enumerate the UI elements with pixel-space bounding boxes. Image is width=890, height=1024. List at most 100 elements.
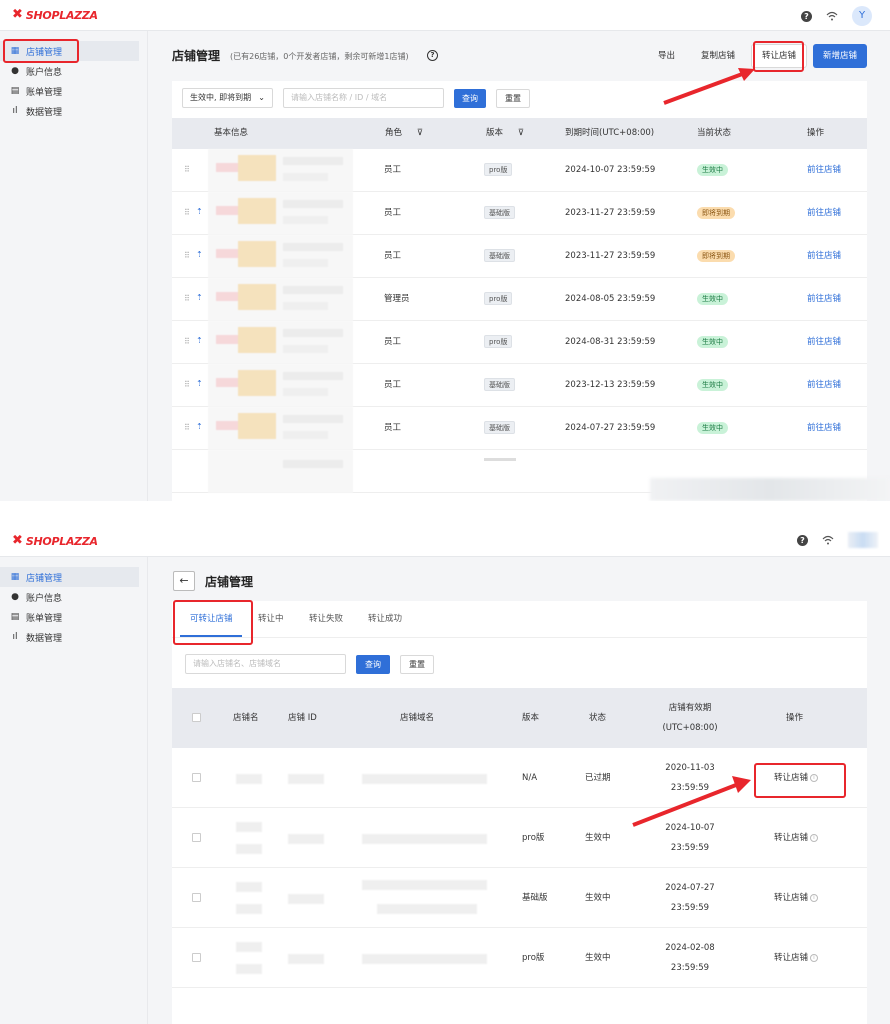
status-cell: 已过期	[585, 773, 611, 783]
table-row[interactable]: ⠿ ⇡ 员工 基础版 2024-07-27 23:59:59 生效中 前往店铺	[172, 407, 867, 450]
status-cell: 生效中	[585, 953, 611, 963]
search-button[interactable]: 查询	[356, 654, 390, 674]
status-badge: 生效中	[697, 379, 728, 391]
table-row[interactable]: ⠿ ⇡ 管理员 pro版 2024-08-05 23:59:59 生效中 前往店铺	[172, 278, 867, 321]
new-store-button[interactable]: 新增店铺	[812, 44, 867, 68]
go-to-store-link[interactable]: 前往店铺	[807, 149, 841, 192]
drag-handle-icon[interactable]: ⠿	[184, 381, 190, 389]
drag-handle-icon[interactable]: ⠿	[184, 252, 190, 260]
search-button[interactable]: 查询	[454, 88, 486, 108]
top-bar: ✖ SHOPLAZZA ?	[0, 526, 890, 557]
blurred-store-info	[208, 407, 353, 450]
info-icon[interactable]: i	[810, 893, 819, 902]
status-select[interactable]: 生效中, 即将到期 ⌄	[182, 88, 273, 108]
sidebar-item-bills[interactable]: ▤ 账单管理	[0, 607, 139, 627]
pin-top-icon[interactable]: ⇡	[196, 250, 203, 259]
wifi-icon[interactable]	[826, 11, 838, 21]
sidebar-item-bills[interactable]: ▤ 账单管理	[0, 81, 139, 101]
blurred-store-name	[236, 774, 262, 784]
blurred-store-info	[208, 192, 353, 235]
pin-top-icon[interactable]: ⇡	[196, 207, 203, 216]
validity-cell: 2024-07-27 23:59:59	[665, 883, 715, 913]
row-checkbox[interactable]	[192, 893, 201, 902]
role-cell: 员工	[384, 423, 402, 433]
version-cell: 基础版	[522, 893, 548, 903]
shoplazza-logo[interactable]: ✖ SHOPLAZZA	[12, 534, 98, 548]
store-table-card: 生效中, 即将到期 ⌄ 请输入店铺名称 / ID / 域名 查询 重置 基本信息…	[172, 81, 867, 501]
search-input[interactable]: 请输入店铺名称 / ID / 域名	[283, 88, 444, 108]
drag-handle-icon[interactable]: ⠿	[184, 338, 190, 346]
go-to-store-link[interactable]: 前往店铺	[807, 364, 841, 407]
go-to-store-link[interactable]: 前往店铺	[807, 192, 841, 235]
table-row[interactable]: ⠿ ⇡ 员工 pro版 2024-08-31 23:59:59 生效中 前往店铺	[172, 321, 867, 364]
expire-cell: 2024-08-31 23:59:59	[565, 337, 656, 347]
pin-top-icon[interactable]: ⇡	[196, 293, 203, 302]
tab-transferring[interactable]: 转让中	[258, 601, 284, 638]
expire-cell: 2024-10-07 23:59:59	[565, 165, 656, 175]
blurred-store-info	[208, 321, 353, 364]
drag-handle-icon[interactable]: ⠿	[184, 209, 190, 217]
filter-icon: ⊽	[416, 128, 423, 138]
back-arrow-icon[interactable]: ←	[173, 571, 195, 591]
sidebar-item-account[interactable]: ● 账户信息	[0, 61, 139, 81]
pin-top-icon[interactable]: ⇡	[196, 422, 203, 431]
role-cell: 员工	[384, 251, 402, 261]
col-action: 操作	[786, 713, 804, 723]
blurred-store-domain	[362, 834, 487, 844]
sidebar-item-data[interactable]: ıl 数据管理	[0, 101, 139, 121]
reset-button[interactable]: 重置	[400, 654, 434, 674]
search-input[interactable]: 请输入店铺名、店铺域名	[185, 654, 346, 674]
info-icon[interactable]: i	[810, 953, 819, 962]
blurred-store-id	[288, 774, 324, 784]
go-to-store-link[interactable]: 前往店铺	[807, 321, 841, 364]
help-icon[interactable]: ?	[797, 534, 808, 546]
transfer-store-link[interactable]: 转让店铺 i	[774, 808, 819, 868]
sidebar-item-data[interactable]: ıl 数据管理	[0, 627, 139, 647]
status-cell: 生效中	[585, 893, 611, 903]
avatar[interactable]: Y	[852, 6, 872, 26]
select-all-checkbox[interactable]	[192, 713, 201, 722]
col-role[interactable]: 角色 ⊽	[385, 118, 423, 149]
transfer-store-link[interactable]: 转让店铺 i	[774, 868, 819, 928]
avatar[interactable]	[848, 532, 878, 548]
go-to-store-link[interactable]: 前往店铺	[807, 235, 841, 278]
red-arrow-icon	[663, 68, 755, 105]
tab-transfer-success[interactable]: 转让成功	[368, 601, 402, 638]
question-icon[interactable]: ?	[427, 50, 438, 61]
page-title: 店铺管理	[205, 575, 254, 589]
pin-top-icon[interactable]: ⇡	[196, 379, 203, 388]
table-row[interactable]: ⠿ 员工 pro版 2024-10-07 23:59:59 生效中 前往店铺	[172, 149, 867, 192]
reset-button[interactable]: 重置	[496, 88, 530, 108]
table-row[interactable]: ⠿ ⇡ 员工 基础版 2023-11-27 23:59:59 即将到期 前往店铺	[172, 235, 867, 278]
help-icon[interactable]: ?	[801, 10, 812, 22]
table-row[interactable]: pro版 生效中 2024-10-07 23:59:59 转让店铺 i	[172, 808, 867, 868]
row-checkbox[interactable]	[192, 953, 201, 962]
tab-transfer-failed[interactable]: 转让失败	[309, 601, 343, 638]
table-row[interactable]: ⠿ ⇡ 员工 基础版 2023-11-27 23:59:59 即将到期 前往店铺	[172, 192, 867, 235]
table-row[interactable]: pro版 生效中 2024-02-08 23:59:59 转让店铺 i	[172, 928, 867, 988]
status-cell: 生效中	[697, 149, 728, 192]
drag-handle-icon[interactable]: ⠿	[184, 295, 190, 303]
col-status: 当前状态	[697, 128, 732, 138]
table-row[interactable]: 基础版 生效中 2024-07-27 23:59:59 转让店铺 i	[172, 868, 867, 928]
wifi-icon[interactable]	[822, 535, 834, 545]
transfer-card: 可转让店铺 转让中 转让失败 转让成功 请输入店铺名、店铺域名 查询 重置 店铺…	[172, 600, 867, 1024]
col-validity: 店铺有效期 (UTC+08:00)	[662, 703, 718, 733]
pin-top-icon[interactable]: ⇡	[196, 336, 203, 345]
transfer-store-link[interactable]: 转让店铺 i	[774, 928, 819, 988]
version-cell: pro版	[522, 953, 545, 963]
col-version[interactable]: 版本 ⊽	[486, 118, 524, 149]
role-cell: 员工	[384, 208, 402, 218]
go-to-store-link[interactable]: 前往店铺	[807, 278, 841, 321]
expire-cell: 2023-12-13 23:59:59	[565, 380, 656, 390]
table-row[interactable]: ⠿ ⇡ 员工 基础版 2023-12-13 23:59:59 生效中 前往店铺	[172, 364, 867, 407]
row-checkbox[interactable]	[192, 773, 201, 782]
sidebar-item-account[interactable]: ● 账户信息	[0, 587, 139, 607]
info-icon[interactable]: i	[810, 833, 819, 842]
sidebar-item-stores[interactable]: ▦ 店铺管理	[0, 567, 139, 587]
row-checkbox[interactable]	[192, 833, 201, 842]
drag-handle-icon[interactable]: ⠿	[184, 424, 190, 432]
go-to-store-link[interactable]: 前往店铺	[807, 407, 841, 450]
shoplazza-logo[interactable]: ✖ SHOPLAZZA	[12, 8, 98, 22]
drag-handle-icon[interactable]: ⠿	[184, 166, 190, 174]
